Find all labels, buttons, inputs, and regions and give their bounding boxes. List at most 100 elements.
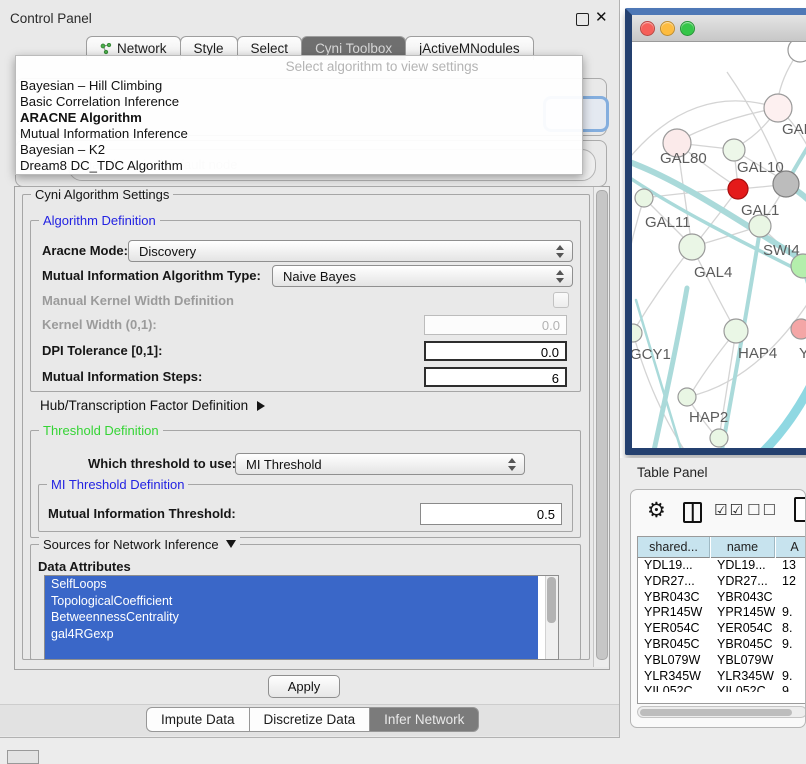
manual-kernel-row: Manual Kernel Width Definition bbox=[42, 292, 573, 308]
algorithm-option[interactable]: Bayesian – K2 bbox=[20, 142, 578, 158]
mi-steps-label: Mutual Information Steps: bbox=[42, 369, 202, 384]
network-node[interactable] bbox=[632, 324, 642, 342]
network-node[interactable] bbox=[679, 234, 705, 260]
table-row[interactable]: YDR27...YDR27...12 bbox=[638, 574, 806, 590]
deselect-all-checkboxes-icon[interactable]: ☐☐ bbox=[747, 501, 778, 519]
network-node[interactable] bbox=[635, 189, 653, 207]
network-node[interactable] bbox=[749, 215, 771, 237]
mi-type-select[interactable]: Naive Bayes bbox=[272, 265, 573, 287]
table-cell: YPR145W bbox=[717, 605, 775, 621]
table-row[interactable]: YBR043CYBR043C bbox=[638, 590, 806, 606]
network-graph: GALGAL80GAL10GAL1SWI4GAL11GAL4GCY1HAP4YH… bbox=[632, 42, 806, 455]
hub-section-toggle[interactable]: Hub/Transcription Factor Definition bbox=[40, 398, 265, 414]
aracne-mode-select[interactable]: Discovery bbox=[128, 240, 573, 262]
scrollbar-thumb[interactable] bbox=[640, 709, 792, 716]
collapse-down-icon bbox=[226, 540, 236, 548]
table-cell: 12 bbox=[782, 574, 806, 590]
network-node[interactable] bbox=[724, 319, 748, 343]
data-attributes-label-row: Data Attributes bbox=[38, 558, 131, 573]
zoom-traffic-light-icon[interactable] bbox=[680, 21, 695, 36]
network-view-window[interactable]: GALGAL80GAL10GAL1SWI4GAL11GAL4GCY1HAP4YH… bbox=[625, 8, 806, 455]
gear-icon[interactable]: ⚙ bbox=[647, 498, 666, 523]
close-icon[interactable]: ✕ bbox=[595, 8, 608, 26]
table-cell: YBR045C bbox=[644, 637, 710, 653]
aracne-mode-row: Aracne Mode: Discovery bbox=[42, 240, 573, 262]
network-window-titlebar[interactable] bbox=[632, 15, 806, 42]
tab-infer-network[interactable]: Infer Network bbox=[369, 707, 479, 732]
manual-kernel-checkbox[interactable] bbox=[553, 292, 569, 308]
table-cell: YIL052C bbox=[644, 684, 710, 692]
network-node[interactable] bbox=[791, 319, 806, 339]
network-node[interactable] bbox=[764, 94, 792, 122]
network-node[interactable] bbox=[773, 171, 799, 197]
tab-discretize-data[interactable]: Discretize Data bbox=[249, 707, 371, 732]
table-row[interactable]: YBL079WYBL079W bbox=[638, 653, 806, 669]
column-header[interactable]: A bbox=[776, 537, 806, 558]
network-canvas[interactable]: GALGAL80GAL10GAL1SWI4GAL11GAL4GCY1HAP4YH… bbox=[632, 42, 806, 448]
select-all-checkboxes-icon[interactable]: ☑☑ bbox=[714, 501, 745, 519]
attribute-item[interactable]: TopologicalCoefficient bbox=[45, 593, 538, 610]
selected-value: Discovery bbox=[139, 244, 196, 259]
settings-vertical-scrollbar[interactable] bbox=[593, 187, 608, 667]
table-row[interactable]: YIL052CYIL052C9. bbox=[638, 684, 806, 692]
table-cell: 9. bbox=[782, 605, 806, 621]
attribute-item[interactable]: gal4RGexp bbox=[45, 626, 538, 643]
table-cell: 8. bbox=[782, 621, 806, 637]
scrollbar-thumb[interactable] bbox=[547, 577, 556, 623]
algorithm-dropdown-list: Bayesian – Hill ClimbingBasic Correlatio… bbox=[20, 78, 578, 174]
list-scrollbar[interactable] bbox=[545, 576, 558, 659]
table-cell bbox=[782, 590, 806, 606]
network-node[interactable] bbox=[678, 388, 696, 406]
algorithm-option[interactable]: Bayesian – Hill Climbing bbox=[20, 78, 578, 94]
table-row[interactable]: YPR145WYPR145W9. bbox=[638, 605, 806, 621]
attribute-item[interactable]: BetweennessCentrality bbox=[45, 609, 538, 626]
dpi-tolerance-label: DPI Tolerance [0,1]: bbox=[42, 343, 162, 358]
algorithm-dropdown-placeholder: Select algorithm to view settings bbox=[186, 59, 578, 74]
document-icon[interactable] bbox=[794, 497, 806, 522]
table-row[interactable]: YER054CYER054C8. bbox=[638, 621, 806, 637]
network-node[interactable] bbox=[723, 139, 745, 161]
algorithm-option[interactable]: Dream8 DC_TDC Algorithm bbox=[20, 158, 578, 174]
expand-right-icon bbox=[257, 401, 265, 411]
columns-icon[interactable] bbox=[683, 502, 702, 523]
mi-steps-field[interactable]: 6 bbox=[424, 367, 567, 387]
stepper-icon bbox=[508, 458, 517, 471]
node-attribute-table[interactable]: shared...nameA YDL19...YDL19...13YDR27..… bbox=[637, 536, 806, 704]
network-node-label: GAL80 bbox=[660, 150, 707, 167]
tab-impute-data[interactable]: Impute Data bbox=[146, 707, 250, 732]
network-node[interactable] bbox=[710, 429, 728, 447]
kernel-width-field[interactable]: 0.0 bbox=[424, 315, 567, 335]
dpi-tolerance-field[interactable]: 0.0 bbox=[424, 341, 567, 361]
table-row[interactable]: YBR045CYBR045C9. bbox=[638, 637, 806, 653]
apply-button[interactable]: Apply bbox=[268, 675, 340, 698]
table-horizontal-scrollbar[interactable] bbox=[637, 706, 806, 718]
table-cell: YLR345W bbox=[717, 669, 775, 685]
table-cell: 9. bbox=[782, 669, 806, 685]
mi-threshold-field[interactable]: 0.5 bbox=[420, 503, 562, 525]
column-header[interactable]: name bbox=[711, 537, 775, 558]
sources-toggle[interactable]: Sources for Network Inference bbox=[39, 537, 240, 552]
mi-threshold-label: Mutual Information Threshold: bbox=[48, 506, 236, 521]
algorithm-option[interactable]: Mutual Information Inference bbox=[20, 126, 578, 142]
network-node[interactable] bbox=[788, 42, 806, 62]
which-threshold-row: Which threshold to use: MI Threshold bbox=[42, 453, 573, 475]
minimize-traffic-light-icon[interactable] bbox=[660, 21, 675, 36]
algorithm-option[interactable]: Basic Correlation Inference bbox=[20, 94, 578, 110]
dpi-tolerance-row: DPI Tolerance [0,1]: 0.0 bbox=[42, 341, 573, 361]
algorithm-option[interactable]: ARACNE Algorithm bbox=[20, 110, 578, 126]
which-threshold-select[interactable]: MI Threshold bbox=[235, 453, 525, 475]
network-node-label: GAL4 bbox=[694, 264, 732, 281]
column-header[interactable]: shared... bbox=[638, 537, 710, 558]
float-window-icon[interactable] bbox=[576, 13, 589, 26]
network-node[interactable] bbox=[728, 179, 748, 199]
close-traffic-light-icon[interactable] bbox=[640, 21, 655, 36]
network-node-label: SWI4 bbox=[763, 242, 800, 259]
attribute-item[interactable]: SelfLoops bbox=[45, 576, 538, 593]
network-node-label: GAL bbox=[782, 121, 806, 138]
data-attributes-list[interactable]: SelfLoopsTopologicalCoefficientBetweenne… bbox=[44, 575, 559, 660]
stepper-icon bbox=[556, 245, 565, 258]
scrollbar-thumb[interactable] bbox=[596, 190, 608, 660]
table-row[interactable]: YDL19...YDL19...13 bbox=[638, 558, 806, 574]
table-row[interactable]: YLR345WYLR345W9. bbox=[638, 669, 806, 685]
attribute-item[interactable] bbox=[45, 642, 538, 659]
